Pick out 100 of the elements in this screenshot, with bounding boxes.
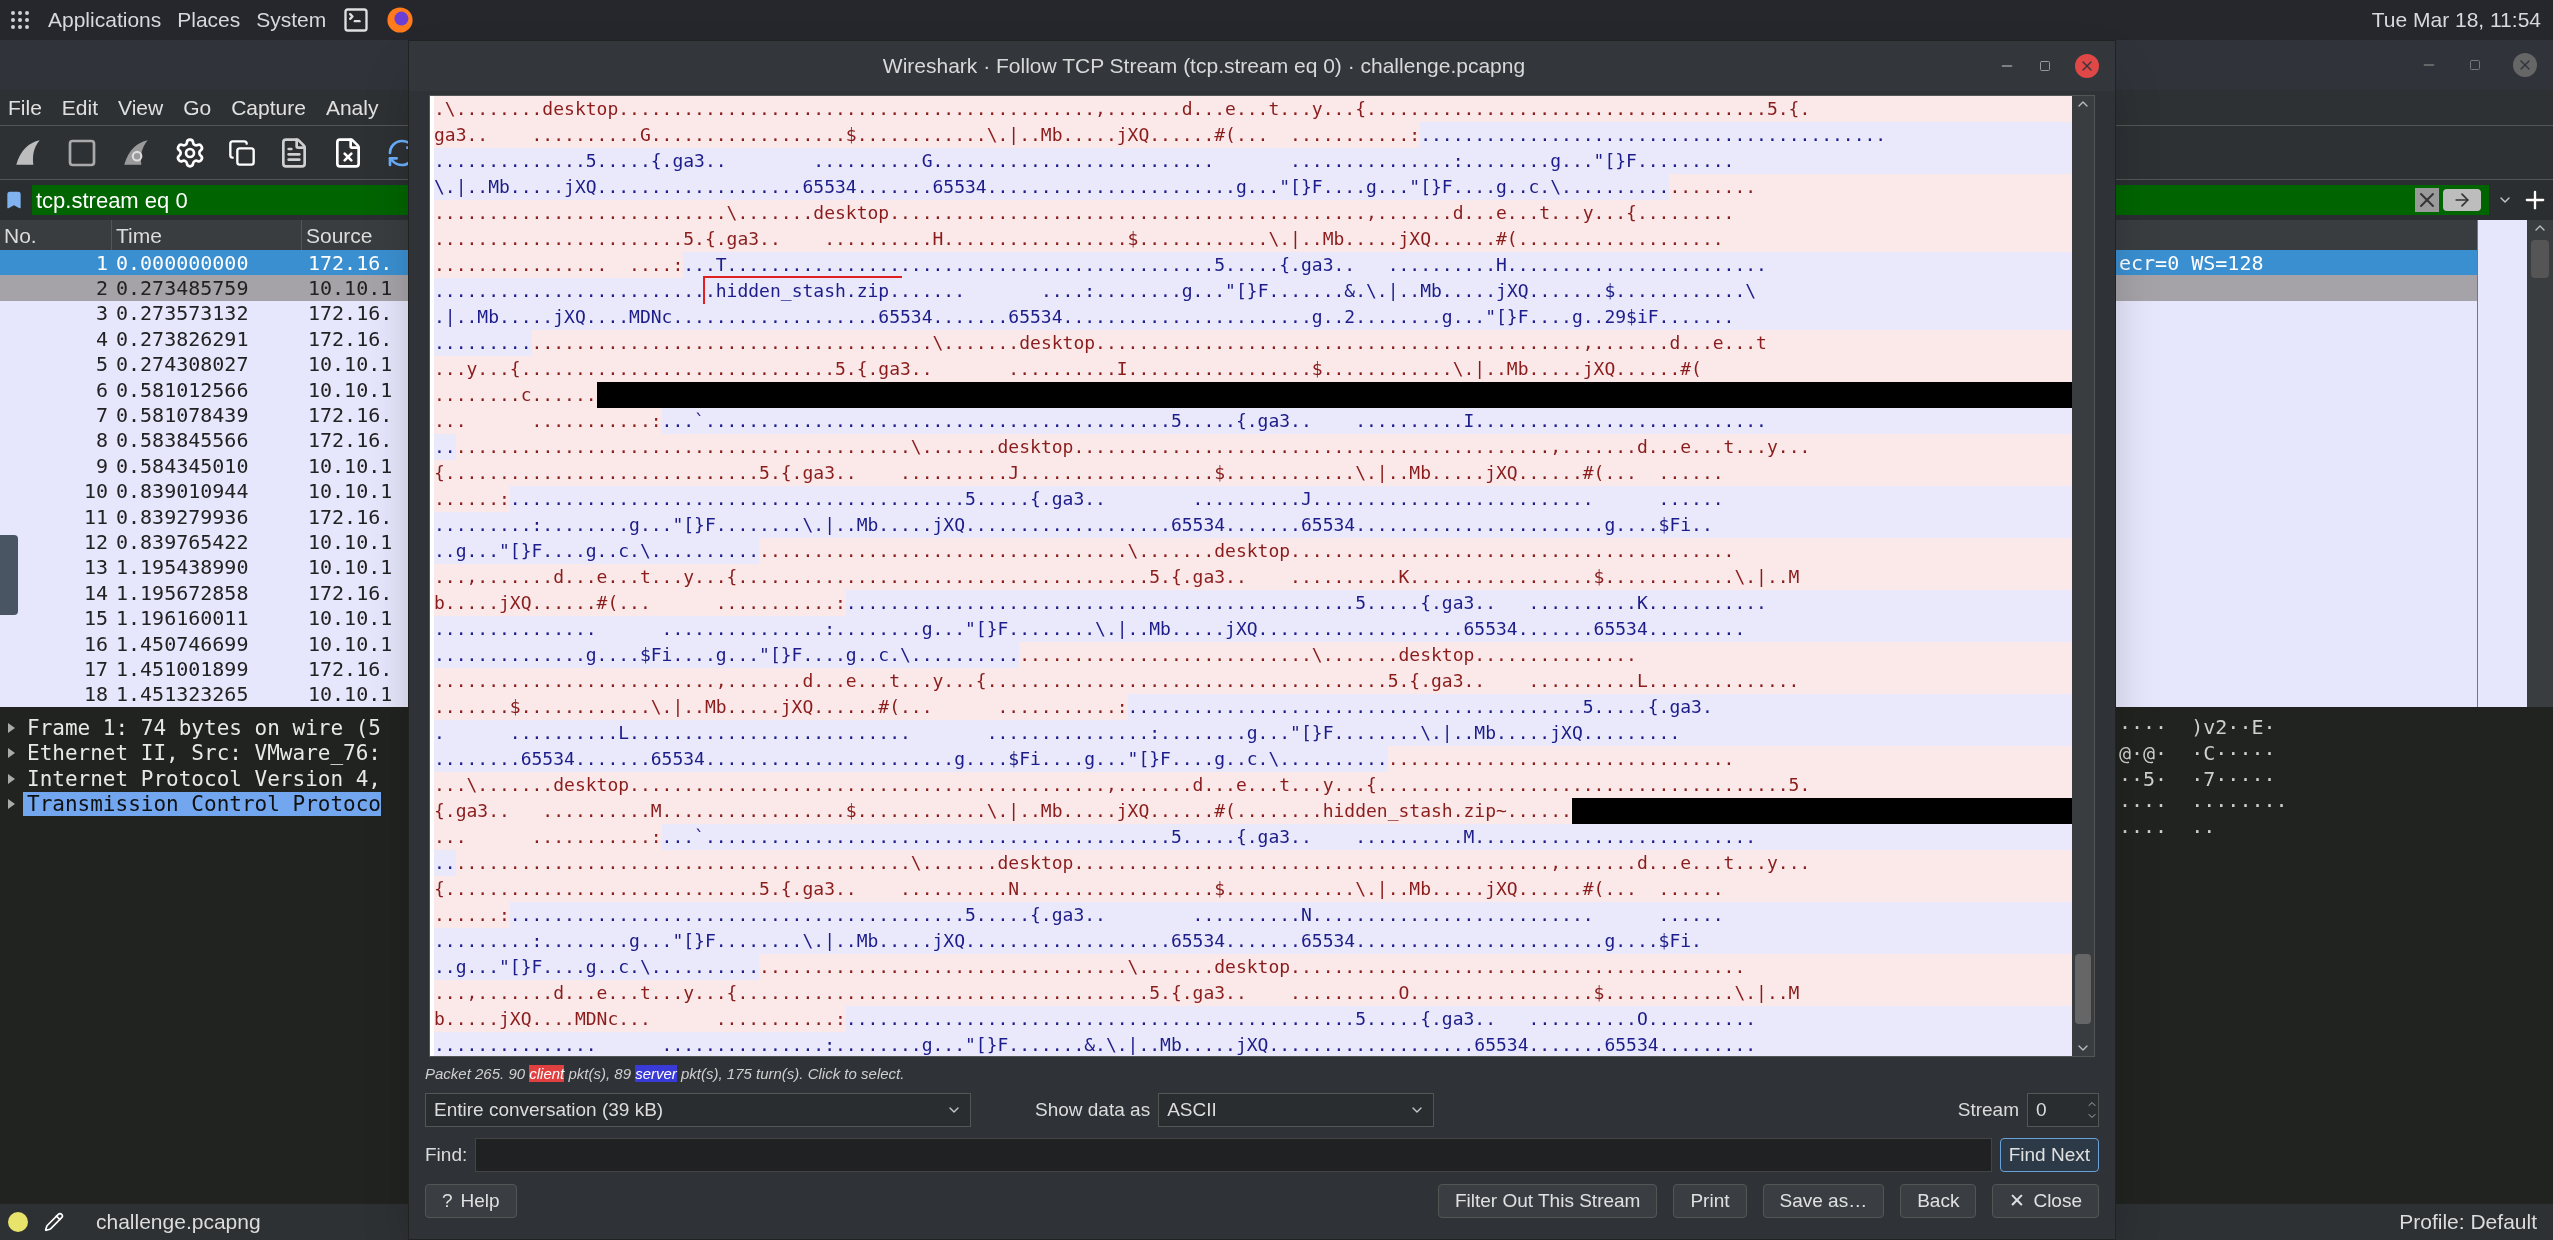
table-cell-text: 16 [82, 633, 108, 654]
table-cell-text: 10.10.1 [307, 379, 394, 400]
profile-text: Profile: Default [2399, 1209, 2538, 1236]
column-header[interactable]: Source [302, 220, 410, 250]
browser-icon[interactable] [386, 6, 415, 34]
table-cell-text: 1.195438990 [115, 557, 250, 578]
dialog-button[interactable]: ? Help [425, 1184, 517, 1218]
scrollbar[interactable] [2072, 96, 2094, 1056]
button-icon: ? [442, 1186, 453, 1216]
dialog-button[interactable]: ✕ Close [1992, 1184, 2099, 1218]
show-data-select[interactable]: ASCII [1158, 1093, 1435, 1127]
table-cell-text: 10.10.1 [307, 532, 394, 552]
terminal-icon[interactable] [342, 6, 371, 34]
server-data-text: ............... ...............:........g..."[}F........\.|..Mb.....jXQ...................65534.......65534......... [434, 616, 2072, 642]
find-next-button[interactable]: Find Next [1999, 1138, 2099, 1172]
server-data-text: .........:........g..."[}F........\.|..Mb.....jXQ...................65534.......65534.......................g....$Fi. [434, 928, 2072, 954]
table-cell-text: 172.16. [307, 658, 394, 679]
button-icon: ✕ [2009, 1186, 2026, 1216]
clear-icon[interactable] [2415, 188, 2439, 212]
collapsed-caret-icon[interactable] [8, 773, 15, 784]
server-data-text: ...... ....:........g..."[}F.......&.\.|..Mb.....jXQ.......$............\ [900, 278, 2072, 304]
hex-ascii-text: ···· )v2··E· [2119, 715, 2277, 741]
client-data-text: ..........................,.......d...e...t...y...{.....................................5.{.ga3.. ..........L.............. [434, 668, 2072, 694]
collapsed-caret-icon[interactable] [8, 799, 15, 810]
server-data-text: .|..Mb.....jXQ....MDNc...................65534.......65534.......................g..2........g..."[}F....g..29$iF....... [434, 304, 2072, 330]
dialog-button[interactable]: Back [1900, 1184, 1977, 1218]
server-data-text: ...`...........................................5.....{.ga3.. ..........I........................... [661, 408, 2072, 434]
apply-button[interactable] [2443, 189, 2481, 211]
find-field[interactable] [475, 1138, 1992, 1172]
table-cell-text: 1.196160011 [115, 608, 250, 629]
detail-row[interactable]: Internet Protocol Version 4, [23, 766, 381, 791]
maximize-icon[interactable] [2469, 59, 2481, 71]
server-data-text: ..g..."[}F....g..c.\.......... [434, 954, 760, 980]
client-data-text: ...y...{.............................5.{.ga3.. ..........I.................$............\.|..Mb.....jXQ......#( [434, 356, 2072, 382]
collapsed-caret-icon[interactable] [8, 748, 15, 759]
client-data-text: b.....jXQ....MDNc... ...........: [434, 1006, 846, 1032]
client-data-text: ..................................\.......desktop......................................... [759, 538, 2072, 564]
dialog-button[interactable]: Save as… [1762, 1184, 1885, 1218]
table-cell-text: 10.10.1 [307, 633, 394, 654]
table-cell-text: 10 [82, 481, 108, 502]
table-cell-text: 2 [94, 278, 108, 299]
table-cell-text: 172.16. [307, 405, 394, 426]
client-data-text: .\........desktop............................................,.......d...e...t...y...{.....................................5.{. [434, 96, 2072, 122]
sidebar-handle[interactable] [0, 535, 18, 615]
table-cell-text: 6 [94, 379, 108, 400]
client-data-text: .......................5.{.ga3.. ..........H.................$............\.|..Mb.....jXQ......#(................... [434, 226, 2072, 252]
scrollbar[interactable] [2527, 220, 2553, 707]
scroll-thumb[interactable] [2075, 954, 2091, 1024]
table-cell-text: 0.839279936 [115, 506, 250, 527]
table-cell-text: 0.583845566 [115, 430, 250, 451]
detail-row[interactable]: Transmission Control Protoco [23, 792, 381, 817]
menu-item[interactable]: View [118, 91, 164, 124]
server-data-text: ...T.............................................5.....{.ga3.. ..........H........................ [683, 252, 2072, 278]
server-data-text: ...............................................5.....{.ga3.. ..........K........... [845, 590, 2072, 616]
highlighted-text: .hidden_stash.zip. [704, 278, 900, 304]
table-cell-text: 1.451001899 [115, 658, 250, 679]
menu-item[interactable]: Go [183, 91, 212, 124]
show-data-label: Show data as [1035, 1097, 1151, 1122]
collapsed-caret-icon[interactable] [8, 722, 15, 733]
panel-menu[interactable]: Places [177, 4, 241, 36]
table-cell-text: 10.10.1 [307, 684, 394, 705]
detail-row[interactable]: Frame 1: 74 bytes on wire (5 [23, 715, 381, 740]
table-cell-text: 15 [82, 608, 108, 629]
menu-item[interactable]: Analy [325, 91, 379, 124]
server-data-text: ..g..."[}F....g..c.\.......... [434, 538, 760, 564]
client-data-text: ........c...... [434, 382, 597, 408]
conversation-select[interactable]: Entire conversation (39 kB) [425, 1093, 971, 1127]
server-data-text: \.|..Mb.....jXQ...................65534.......65534.......................g..."[}F....g..."[}F....g..c.\.......... [434, 174, 1670, 200]
panel-menu[interactable]: Applications [48, 4, 162, 36]
client-data-text: ..................................\.......desktop.......................................... [759, 954, 2072, 980]
scroll-thumb[interactable] [2531, 240, 2549, 278]
server-data-text: ...............................................5.....{.ga3.. ..........O.......... [845, 1006, 2072, 1032]
panel-menu[interactable]: System [256, 4, 327, 36]
stream-spinbox[interactable]: 0 [2027, 1093, 2099, 1127]
ready-indicator-icon [8, 1212, 28, 1232]
table-cell-text: 0.000000000 [115, 252, 250, 273]
close-icon[interactable] [2075, 54, 2099, 78]
server-data-text: ..........................................5.....{.ga3.. ..........J.......................... ...... [509, 486, 2072, 512]
table-cell-text: 13 [82, 557, 108, 578]
server-data-text: ..........................................5.....{.ga3.. ..........N.......................... ...... [509, 902, 2072, 928]
menu-item[interactable]: File [8, 91, 42, 124]
stream-label: Stream [1957, 1097, 2019, 1122]
client-data-text: ................................ [1387, 746, 2072, 772]
dialog-button[interactable]: Print [1673, 1184, 1747, 1218]
table-cell-text: 1.451323265 [115, 684, 250, 705]
table-cell-text: 10.10.1 [307, 481, 394, 502]
dialog-button[interactable]: Filter Out This Stream [1437, 1184, 1658, 1218]
table-cell-text: 11 [82, 506, 108, 527]
table-cell-text: 0.581078439 [115, 405, 250, 426]
menu-item[interactable]: Capture [231, 91, 306, 124]
table-cell-text: 0.584345010 [115, 455, 250, 476]
detail-row[interactable]: Ethernet II, Src: VMware_76: [23, 741, 381, 766]
settings-icon[interactable] [174, 136, 206, 169]
restore-icon[interactable] [2039, 60, 2051, 72]
edit-comment-icon[interactable] [44, 1212, 64, 1232]
files-icon[interactable] [228, 138, 256, 167]
menu-item[interactable]: Edit [61, 91, 99, 124]
client-data-text: ......: [434, 902, 510, 928]
apps-grid-icon[interactable] [8, 8, 32, 32]
server-data-text: ......... [434, 330, 532, 356]
